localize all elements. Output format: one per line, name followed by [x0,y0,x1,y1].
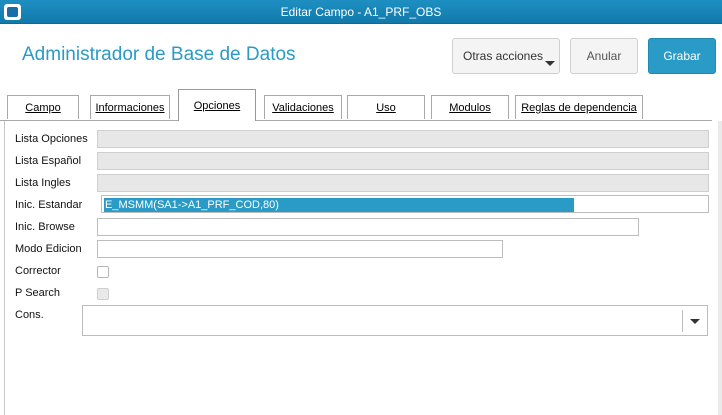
p-search-checkbox [97,288,109,300]
corrector-checkbox[interactable] [97,266,109,278]
modo-edicion-label: Modo Edicion [15,243,82,255]
otras-acciones-button[interactable]: Otras acciones [452,38,560,74]
tab-label: Uso [376,101,396,114]
corrector-label: Corrector [15,265,61,277]
tab-validaciones[interactable]: Validaciones [264,95,342,119]
header-bar: Administrador de Base de Datos Otras acc… [0,24,722,88]
tab-label: Opciones [193,99,241,112]
tab-label: Reglas de dependencia [521,101,637,114]
otras-acciones-label: Otras acciones [463,49,544,63]
cons-combobox[interactable] [82,305,708,336]
lista-ingles-label: Lista Ingles [15,177,71,189]
inic-estandar-label: Inic. Estandar [15,199,83,211]
cons-label: Cons. [15,309,44,321]
opciones-panel: Lista Opciones Lista Español Lista Ingle… [4,121,718,415]
chevron-down-icon [545,61,555,66]
grabar-button[interactable]: Grabar [648,38,716,74]
tab-label: Informaciones [95,101,165,114]
tab-campo[interactable]: Campo [7,95,79,119]
tab-modulos[interactable]: Modulos [431,95,509,119]
chevron-down-icon[interactable] [690,319,700,324]
inic-browse-input[interactable] [97,218,639,236]
tab-divider [0,120,712,121]
tab-informaciones[interactable]: Informaciones [90,95,170,119]
inic-estandar-input[interactable]: E_MSMM(SA1->A1_PRF_COD,80) [101,195,709,213]
window-titlebar: Editar Campo - A1_PRF_OBS [0,0,722,24]
lista-espanol-label: Lista Español [15,155,82,167]
p-search-label: P Search [15,287,61,299]
lista-ingles-field [97,174,709,192]
tab-label: Campo [25,101,61,114]
page-title: Administrador de Base de Datos [22,44,296,65]
tab-strip: Campo Informaciones Opciones Validacione… [0,88,722,121]
inic-estandar-value: E_MSMM(SA1->A1_PRF_COD,80) [104,198,574,212]
tab-uso[interactable]: Uso [347,95,425,119]
tab-opciones[interactable]: Opciones [178,89,256,121]
inic-browse-label: Inic. Browse [15,221,75,233]
lista-opciones-label: Lista Opciones [15,133,88,145]
combobox-divider [682,310,683,332]
tab-reglas-de-dependencia[interactable]: Reglas de dependencia [515,95,643,119]
lista-espanol-field [97,152,709,170]
anular-button[interactable]: Anular [570,38,638,74]
window-title: Editar Campo - A1_PRF_OBS [280,5,442,19]
tab-label: Modulos [449,101,491,114]
tab-label: Validaciones [272,101,334,114]
lista-opciones-field [97,130,709,148]
modo-edicion-input[interactable] [97,240,503,258]
window-right-edge [718,121,722,415]
